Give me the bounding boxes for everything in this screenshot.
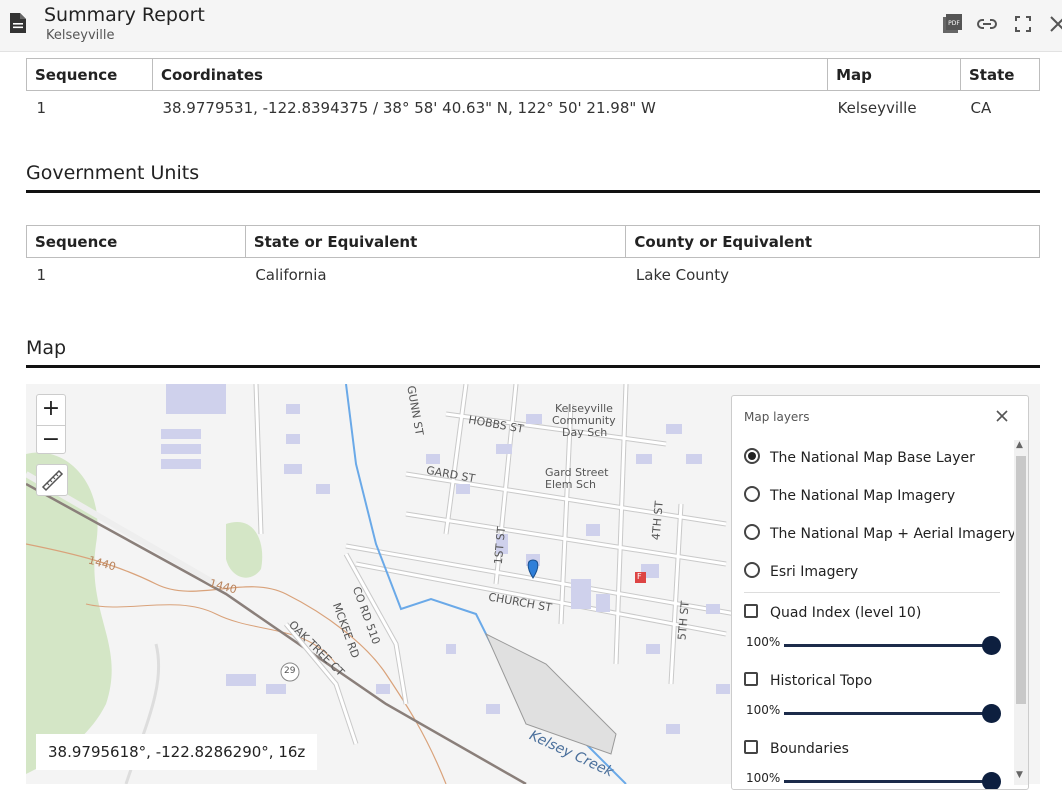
table-cell: 1 [36,265,47,284]
pdf-icon: PDF [943,14,962,33]
layer-label: The National Map + Aerial Imagery [770,526,1016,542]
table-cell: 38.9779531, -122.8394375 / 38° 58' 40.63… [162,98,656,117]
layer-label: Quad Index (level 10) [770,605,922,621]
scroll-thumb[interactable] [1016,456,1026,704]
ruler-icon [41,469,64,492]
page-title: Summary Report [44,4,205,26]
table-row: 1 California Lake County [27,258,1040,292]
zoom-out-button[interactable]: − [37,425,65,455]
opacity-slider-boundaries[interactable]: 100% [746,771,1006,789]
map-layers-panel: Map layers The National Map Base Layer T… [731,395,1029,790]
table-header-row: Sequence State or Equivalent County or E… [26,225,1040,258]
opacity-value: 100% [746,635,781,649]
opacity-slider-historical-topo[interactable]: 100% [746,703,1006,723]
layer-label: Historical Topo [770,673,873,689]
map-label: Day Sch [562,426,608,439]
fullscreen-button[interactable] [1011,12,1035,36]
svg-text:PDF: PDF [948,20,960,27]
radio-selected[interactable] [744,448,760,464]
checkbox[interactable] [744,740,758,754]
coordinate-readout: 38.9795618°, -122.8286290°, 16z [36,734,318,770]
column-header: Sequence [26,58,153,91]
close-icon [1050,16,1062,32]
radio-unselected[interactable] [744,486,760,502]
layer-label: Boundaries [770,741,849,757]
layers-scrollbar[interactable]: ▲ ▼ [1014,440,1028,785]
pdf-button[interactable]: PDF [940,12,964,36]
government-units-table: Sequence State or Equivalent County or E… [26,225,1040,292]
section-title-map: Map [26,337,1040,368]
layer-label: Esri Imagery [770,564,859,580]
scroll-up-icon[interactable]: ▲ [1016,440,1023,450]
opacity-value: 100% [746,703,781,717]
opacity-slider-quad-index[interactable]: 100% [746,635,1006,655]
layer-label: The National Map Base Layer [770,450,975,466]
slider-track[interactable] [784,644,994,647]
link-button[interactable] [975,12,999,36]
column-header: State [960,58,1040,91]
layers-panel-title: Map layers [744,410,810,424]
base-layer-imagery[interactable]: The National Map Imagery [744,486,955,508]
table-cell: Kelseyville [837,98,917,117]
report-header: Summary Report Kelseyville PDF [0,0,1062,52]
page-subtitle: Kelseyville [46,28,115,43]
fire-station-label: F [637,572,642,581]
table-header-row: Sequence Coordinates Map State [26,58,1040,91]
checkbox[interactable] [744,604,758,618]
link-icon [977,19,997,29]
column-header: County or Equivalent [625,225,1040,258]
table-cell: Lake County [635,265,730,284]
table-cell: California [255,265,327,284]
column-header: State or Equivalent [244,225,627,258]
section-title-government-units: Government Units [26,162,1040,193]
checkbox[interactable] [744,672,758,686]
slider-track[interactable] [784,712,994,715]
location-pin-icon [527,559,539,579]
zoom-in-button[interactable]: + [37,395,65,425]
radio-unselected[interactable] [744,562,760,578]
table-row: 1 38.9779531, -122.8394375 / 38° 58' 40.… [27,91,1040,125]
table-cell: 1 [36,98,47,117]
close-icon[interactable] [994,408,1010,424]
map-label: Elem Sch [545,478,596,491]
overlay-historical-topo[interactable]: Historical Topo [744,671,872,693]
layer-label: The National Map Imagery [770,488,956,504]
coordinates-table: Sequence Coordinates Map State 1 38.9779… [26,58,1040,125]
measure-button[interactable] [36,464,68,496]
slider-track[interactable] [784,780,994,783]
column-header: Coordinates [151,58,829,91]
highway-shield: 29 [284,666,296,676]
opacity-value: 100% [746,771,781,785]
slider-handle[interactable] [982,772,1001,789]
fullscreen-icon [1015,16,1031,32]
base-layer-esri[interactable]: Esri Imagery [744,562,858,584]
document-icon [10,13,26,33]
base-layer-national-map[interactable]: The National Map Base Layer [744,448,975,470]
scroll-down-icon[interactable]: ▼ [1016,770,1023,780]
base-layer-aerial[interactable]: The National Map + Aerial Imagery [744,524,1016,546]
slider-handle[interactable] [982,636,1001,655]
overlay-boundaries[interactable]: Boundaries [744,739,849,761]
column-header: Map [827,58,961,91]
close-button[interactable] [1046,12,1062,36]
slider-handle[interactable] [982,704,1001,723]
radio-unselected[interactable] [744,524,760,540]
divider [744,592,1000,593]
table-cell: CA [970,98,992,117]
column-header: Sequence [26,225,246,258]
overlay-quad-index[interactable]: Quad Index (level 10) [744,603,921,625]
zoom-control: + − [36,394,66,454]
